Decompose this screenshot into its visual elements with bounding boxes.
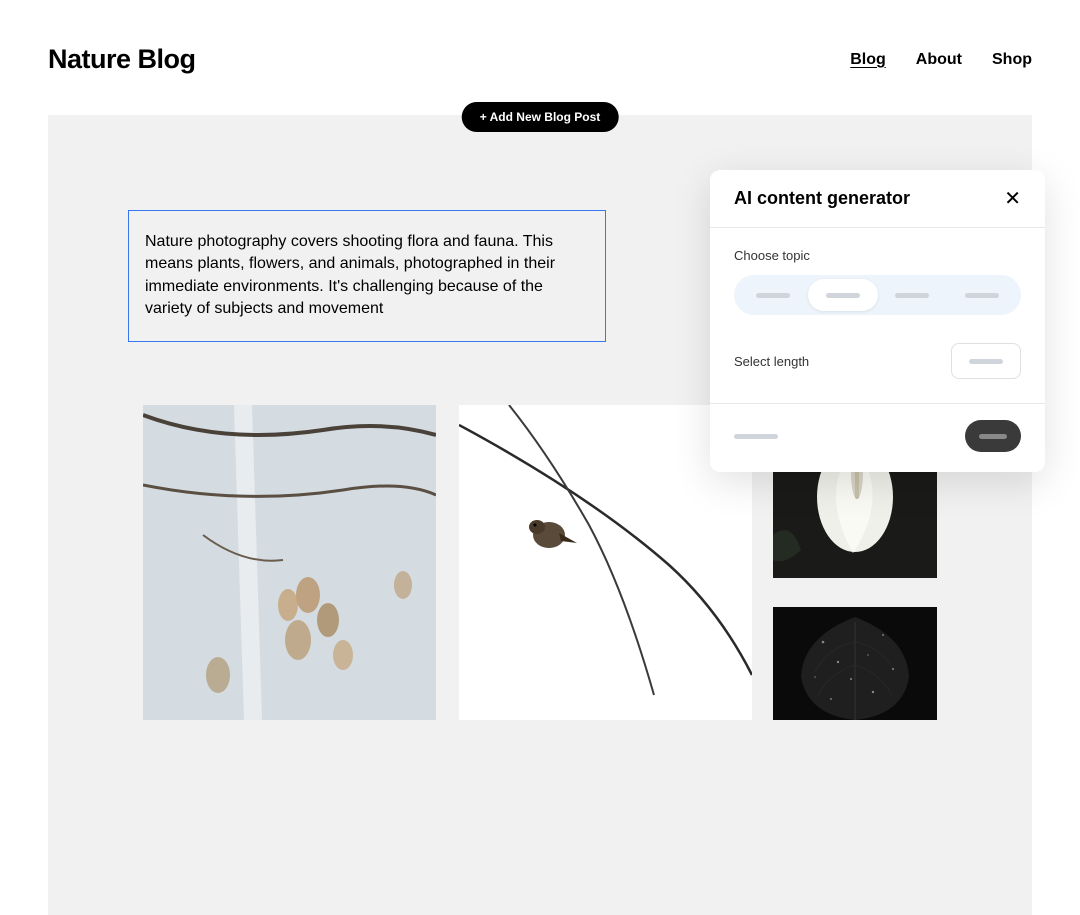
- ai-panel-body: Choose topic Select length: [710, 228, 1045, 403]
- placeholder-bar: [895, 293, 929, 298]
- length-row: Select length: [734, 343, 1021, 379]
- main-nav: Blog About Shop: [850, 51, 1032, 69]
- length-field-label: Select length: [734, 354, 809, 369]
- topic-option-4[interactable]: [947, 279, 1017, 311]
- nav-link-blog[interactable]: Blog: [850, 51, 886, 69]
- topic-option-2[interactable]: [808, 279, 878, 311]
- generate-button[interactable]: [965, 420, 1021, 452]
- image-leaf[interactable]: [773, 607, 937, 720]
- add-blog-post-button[interactable]: + Add New Blog Post: [462, 102, 619, 132]
- close-icon: ✕: [1004, 188, 1021, 210]
- topic-selector: [734, 275, 1021, 315]
- site-header: Nature Blog Blog About Shop: [0, 0, 1080, 115]
- ai-panel-header: AI content generator ✕: [710, 170, 1045, 228]
- ai-panel-footer: [710, 403, 1045, 472]
- placeholder-bar: [965, 293, 999, 298]
- length-selector[interactable]: [951, 343, 1021, 379]
- topic-option-3[interactable]: [878, 279, 948, 311]
- blog-text-content: Nature photography covers shooting flora…: [145, 231, 589, 321]
- site-title: Nature Blog: [48, 44, 196, 75]
- ai-panel-title: AI content generator: [734, 188, 910, 209]
- placeholder-bar: [826, 293, 860, 298]
- image-branches[interactable]: [143, 405, 436, 720]
- selected-text-block[interactable]: Nature photography covers shooting flora…: [128, 210, 606, 342]
- nav-link-shop[interactable]: Shop: [992, 51, 1032, 69]
- image-bird[interactable]: [459, 405, 752, 720]
- nav-link-about[interactable]: About: [916, 51, 962, 69]
- ai-content-generator-panel: AI content generator ✕ Choose topic Sele…: [710, 170, 1045, 472]
- placeholder-bar: [756, 293, 790, 298]
- topic-option-1[interactable]: [738, 279, 808, 311]
- footer-secondary-action[interactable]: [734, 434, 778, 439]
- image-row: [143, 405, 752, 720]
- bird-graphic: [459, 405, 752, 720]
- close-panel-button[interactable]: ✕: [1004, 189, 1021, 209]
- leaf-graphic: [773, 607, 937, 720]
- placeholder-bar: [979, 434, 1007, 439]
- topic-field-label: Choose topic: [734, 248, 1021, 263]
- placeholder-bar: [969, 359, 1003, 364]
- branches-graphic: [143, 405, 436, 720]
